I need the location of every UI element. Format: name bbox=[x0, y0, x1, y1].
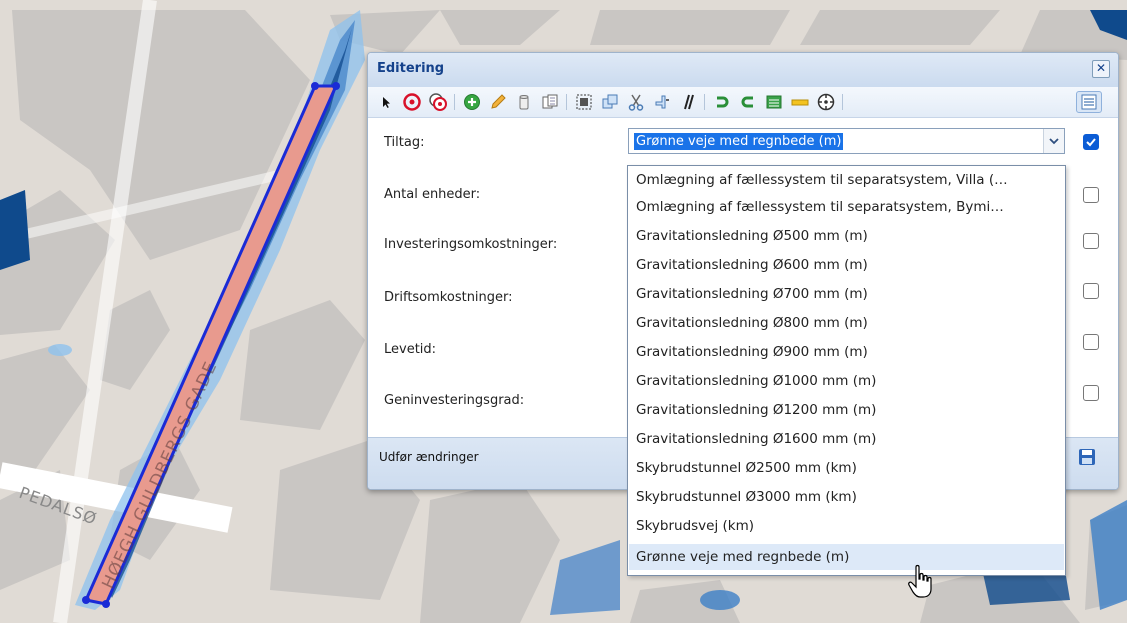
checkbox-tiltag[interactable] bbox=[1083, 134, 1099, 150]
select-value: Grønne veje med regnbede (m) bbox=[634, 133, 844, 150]
tiltag-dropdown-list: Omlægning af fællessystem til separatsys… bbox=[627, 165, 1066, 576]
dropdown-option[interactable]: Gravitationsledning Ø1600 mm (m) bbox=[629, 426, 1064, 452]
field-label-investeringsomkostninger: Investeringsomkostninger: bbox=[384, 237, 558, 252]
pointer-icon[interactable] bbox=[376, 92, 396, 112]
toolbar-separator bbox=[454, 94, 455, 110]
checkbox-geninvesteringsgrad[interactable] bbox=[1083, 385, 1099, 401]
close-button[interactable]: ✕ bbox=[1092, 60, 1110, 78]
vertex-handle[interactable] bbox=[102, 600, 110, 608]
dropdown-option-hovered[interactable]: Grønne veje med regnbede (m) bbox=[629, 544, 1064, 570]
field-label-geninvesteringsgrad: Geninvesteringsgrad: bbox=[384, 393, 525, 408]
dropdown-option[interactable]: Skybrudstunnel Ø2500 mm (km) bbox=[629, 455, 1064, 481]
panel-header: Editering ✕ bbox=[368, 53, 1118, 87]
dropdown-option[interactable]: Gravitationsledning Ø900 mm (m) bbox=[629, 339, 1064, 365]
dropdown-option[interactable]: Skybrudstunnel Ø3000 mm (km) bbox=[629, 484, 1064, 510]
remove-multi-target-icon[interactable] bbox=[428, 92, 448, 112]
properties-icon[interactable] bbox=[1076, 91, 1102, 113]
cut-icon[interactable] bbox=[626, 92, 646, 112]
panel-title: Editering bbox=[377, 61, 445, 76]
dropdown-option[interactable]: Omlægning af fællessystem til separatsys… bbox=[629, 167, 1064, 193]
vertex-handle[interactable] bbox=[332, 82, 340, 90]
measure-icon[interactable] bbox=[790, 92, 810, 112]
dropdown-option[interactable]: Gravitationsledning Ø1000 mm (m) bbox=[629, 368, 1064, 394]
hand-cursor-icon bbox=[907, 563, 937, 603]
vertex-handle[interactable] bbox=[82, 596, 90, 604]
dropdown-option[interactable]: Gravitationsledning Ø500 mm (m) bbox=[629, 223, 1064, 249]
checkbox-investeringsomkostninger[interactable] bbox=[1083, 233, 1099, 249]
copy-icon[interactable] bbox=[540, 92, 560, 112]
dropdown-option[interactable]: Skybrudsvej (km) bbox=[629, 513, 1064, 539]
undo-icon[interactable] bbox=[712, 92, 732, 112]
save-icon[interactable] bbox=[1078, 448, 1096, 466]
field-label-antal-enheder: Antal enheder: bbox=[384, 187, 481, 202]
dropdown-option[interactable]: Omlægning af fællessystem til separatsys… bbox=[629, 194, 1064, 220]
toolbar-separator bbox=[842, 94, 843, 110]
editing-toolbar bbox=[368, 87, 1118, 118]
checkbox-levetid[interactable] bbox=[1083, 334, 1099, 350]
dropdown-option[interactable]: Gravitationsledning Ø800 mm (m) bbox=[629, 310, 1064, 336]
dropdown-option[interactable]: Gravitationsledning Ø700 mm (m) bbox=[629, 281, 1064, 307]
field-label-driftsomkostninger: Driftsomkostninger: bbox=[384, 290, 513, 305]
delete-icon[interactable] bbox=[514, 92, 534, 112]
pencil-icon[interactable] bbox=[488, 92, 508, 112]
toolbar-separator bbox=[566, 94, 567, 110]
checkbox-antal-enheder[interactable] bbox=[1083, 187, 1099, 203]
remove-target-icon[interactable] bbox=[402, 92, 422, 112]
redo-icon[interactable] bbox=[738, 92, 758, 112]
dropdown-option[interactable]: Gravitationsledning Ø1200 mm (m) bbox=[629, 397, 1064, 423]
toolbar-separator bbox=[704, 94, 705, 110]
apply-changes-label: Udfør ændringer bbox=[379, 450, 479, 464]
union-icon[interactable] bbox=[600, 92, 620, 112]
chevron-down-icon[interactable] bbox=[1043, 129, 1064, 153]
dropdown-option[interactable]: Gravitationsledning Ø600 mm (m) bbox=[629, 252, 1064, 278]
add-icon[interactable] bbox=[462, 92, 482, 112]
snap-icon[interactable] bbox=[816, 92, 836, 112]
tiltag-select[interactable]: Grønne veje med regnbede (m) bbox=[628, 128, 1065, 154]
field-label-tiltag: Tiltag: bbox=[384, 135, 425, 150]
checkbox-driftsomkostninger[interactable] bbox=[1083, 283, 1099, 299]
field-label-levetid: Levetid: bbox=[384, 342, 437, 357]
vertex-handle[interactable] bbox=[311, 82, 319, 90]
reshape-icon[interactable] bbox=[652, 92, 672, 112]
attribute-table-icon[interactable] bbox=[764, 92, 784, 112]
select-area-icon[interactable] bbox=[574, 92, 594, 112]
parallel-icon[interactable] bbox=[678, 92, 698, 112]
